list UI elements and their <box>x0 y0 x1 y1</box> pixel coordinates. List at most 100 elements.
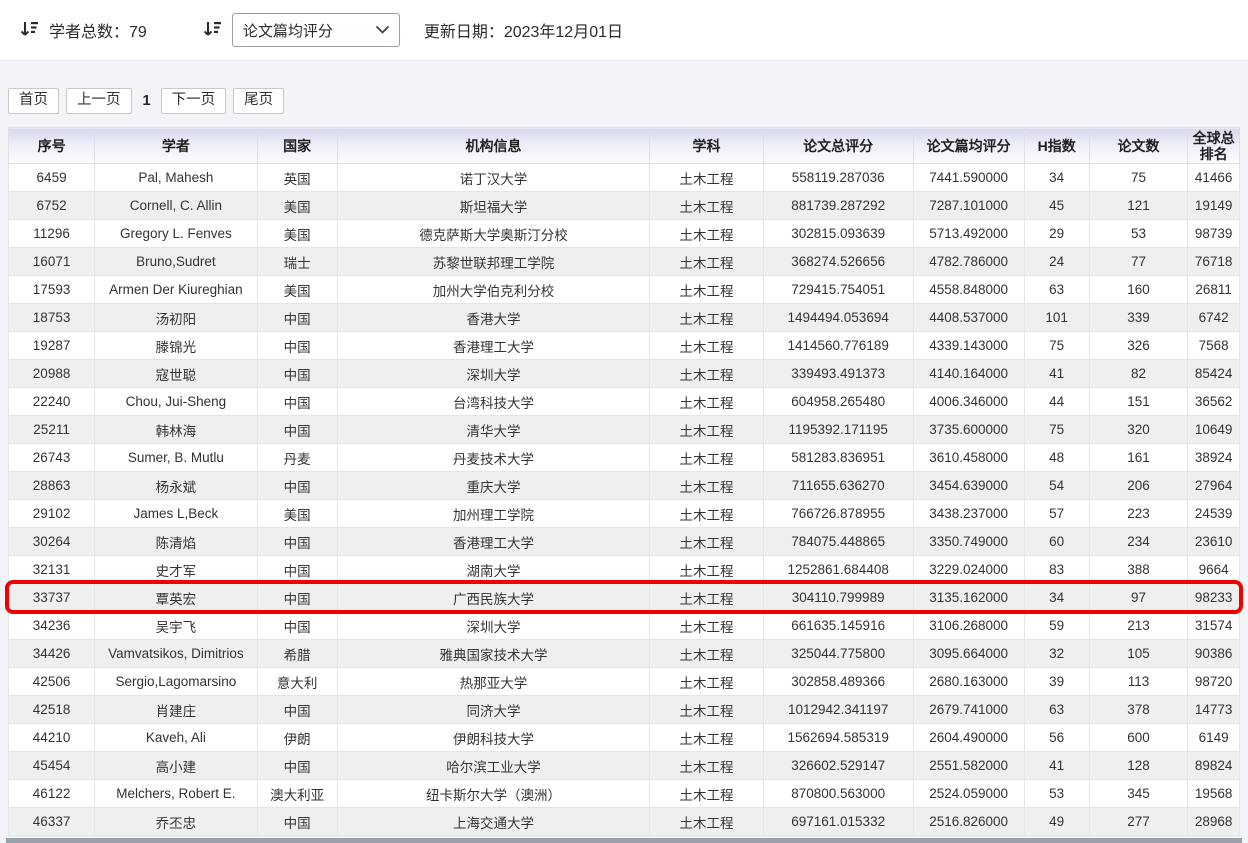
table-cell: 75 <box>1089 164 1187 192</box>
table-row: 28863杨永斌中国重庆大学土木工程711655.6362703454.6390… <box>9 472 1240 500</box>
table-cell: 中国 <box>257 304 337 332</box>
table-cell: 希腊 <box>257 640 337 668</box>
table-row: 33737覃英宏中国广西民族大学土木工程304110.7999893135.16… <box>9 584 1240 612</box>
table-cell: 斯坦福大学 <box>337 192 650 220</box>
table-cell: 土木工程 <box>650 360 763 388</box>
table-cell: 土木工程 <box>650 332 763 360</box>
table-cell: 56 <box>1024 724 1089 752</box>
table-row: 46122Melchers, Robert E.澳大利亚纽卡斯尔大学（澳洲）土木… <box>9 780 1240 808</box>
table-cell: 32131 <box>9 556 95 584</box>
table-cell: 1195392.171195 <box>763 416 913 444</box>
table-cell: 3135.162000 <box>913 584 1024 612</box>
table-cell: 土木工程 <box>650 556 763 584</box>
table-cell: 深圳大学 <box>337 612 650 640</box>
table-row: 18753汤初阳中国香港大学土木工程1494494.0536944408.537… <box>9 304 1240 332</box>
table-cell: 42506 <box>9 668 95 696</box>
sort-field-select[interactable]: 论文篇均评分 <box>232 13 400 47</box>
table-cell: 中国 <box>257 556 337 584</box>
table-cell: 46337 <box>9 808 95 836</box>
table-cell: 热那亚大学 <box>337 668 650 696</box>
table-cell: 151 <box>1089 388 1187 416</box>
column-header: 国家 <box>257 128 337 164</box>
table-cell: 75 <box>1024 416 1089 444</box>
pagination-next-button[interactable]: 下一页 <box>161 88 227 114</box>
table-cell: 中国 <box>257 696 337 724</box>
table-cell: 4408.537000 <box>913 304 1024 332</box>
table-cell: 223 <box>1089 500 1187 528</box>
table-cell: 53 <box>1024 780 1089 808</box>
update-date-label: 更新日期：2023年12月01日 <box>424 18 623 42</box>
table-cell: 18753 <box>9 304 95 332</box>
table-row: 30264陈清焰中国香港理工大学土木工程784075.4488653350.74… <box>9 528 1240 556</box>
table-cell: 83 <box>1024 556 1089 584</box>
table-cell: 16071 <box>9 248 95 276</box>
table-cell: Vamvatsikos, Dimitrios <box>95 640 257 668</box>
table-cell: 土木工程 <box>650 528 763 556</box>
table-cell: 土木工程 <box>650 724 763 752</box>
table-cell: 广西民族大学 <box>337 584 650 612</box>
table-cell: 土木工程 <box>650 164 763 192</box>
table-cell: 339493.491373 <box>763 360 913 388</box>
table-cell: 3735.600000 <box>913 416 1024 444</box>
table-cell: 1494494.053694 <box>763 304 913 332</box>
table-row: 32131史才军中国湖南大学土木工程1252861.6844083229.024… <box>9 556 1240 584</box>
table-cell: 伊朗科技大学 <box>337 724 650 752</box>
sort-descending-icon <box>203 21 222 39</box>
table-cell: 34236 <box>9 612 95 640</box>
table-cell: 4006.346000 <box>913 388 1024 416</box>
table-cell: 388 <box>1089 556 1187 584</box>
table-row: 6752Cornell, C. Allin美国斯坦福大学土木工程881739.2… <box>9 192 1240 220</box>
table-cell: 36562 <box>1188 388 1240 416</box>
table-cell: 53 <box>1089 220 1187 248</box>
table-cell: 土木工程 <box>650 248 763 276</box>
table-cell: 2516.826000 <box>913 808 1024 836</box>
table-cell: 581283.836951 <box>763 444 913 472</box>
table-cell: 1562694.585319 <box>763 724 913 752</box>
table-cell: 30264 <box>9 528 95 556</box>
table-cell: 85424 <box>1188 360 1240 388</box>
column-header: 序号 <box>9 128 95 164</box>
table-cell: 澳大利亚 <box>257 780 337 808</box>
table-cell: Armen Der Kiureghian <box>95 276 257 304</box>
table-cell: 中国 <box>257 388 337 416</box>
table-cell: 27964 <box>1188 472 1240 500</box>
table-cell: 41 <box>1024 360 1089 388</box>
pagination-first-button[interactable]: 首页 <box>8 88 59 114</box>
table-cell: 中国 <box>257 528 337 556</box>
table-cell: 土木工程 <box>650 500 763 528</box>
table-cell: 34426 <box>9 640 95 668</box>
table-cell: 中国 <box>257 332 337 360</box>
table-cell: 320 <box>1089 416 1187 444</box>
table-cell: 湖南大学 <box>337 556 650 584</box>
table-cell: 哈尔滨工业大学 <box>337 752 650 780</box>
pagination-prev-button[interactable]: 上一页 <box>66 88 132 114</box>
table-cell: 7441.590000 <box>913 164 1024 192</box>
table-row: 34426Vamvatsikos, Dimitrios希腊雅典国家技术大学土木工… <box>9 640 1240 668</box>
table-cell: Sergio,Lagomarsino <box>95 668 257 696</box>
table-cell: 6459 <box>9 164 95 192</box>
table-row: 11296Gregory L. Fenves美国德克萨斯大学奥斯汀分校土木工程3… <box>9 220 1240 248</box>
table-cell: 31574 <box>1188 612 1240 640</box>
column-header: 论文数 <box>1089 128 1187 164</box>
table-cell: 土木工程 <box>650 696 763 724</box>
pagination-last-button[interactable]: 尾页 <box>233 88 284 114</box>
top-toolbar: 学者总数：79 论文篇均评分 更新日期：2023年12月01日 <box>0 0 1248 61</box>
table-cell: 土木工程 <box>650 808 763 836</box>
table-cell: 33737 <box>9 584 95 612</box>
table-cell: 3350.749000 <box>913 528 1024 556</box>
table-cell: 25211 <box>9 416 95 444</box>
table-cell: 7287.101000 <box>913 192 1024 220</box>
table-cell: 同济大学 <box>337 696 650 724</box>
table-cell: Melchers, Robert E. <box>95 780 257 808</box>
table-cell: 304110.799989 <box>763 584 913 612</box>
table-cell: 19287 <box>9 332 95 360</box>
table-cell: 63 <box>1024 696 1089 724</box>
table-row: 45454高小建中国哈尔滨工业大学土木工程326602.5291472551.5… <box>9 752 1240 780</box>
table-cell: 美国 <box>257 276 337 304</box>
table-cell: 美国 <box>257 192 337 220</box>
table-cell: 中国 <box>257 416 337 444</box>
table-row: 42506Sergio,Lagomarsino意大利热那亚大学土木工程30285… <box>9 668 1240 696</box>
column-header: 论文总评分 <box>763 128 913 164</box>
table-cell: 上海交通大学 <box>337 808 650 836</box>
table-cell: 苏黎世联邦理工学院 <box>337 248 650 276</box>
